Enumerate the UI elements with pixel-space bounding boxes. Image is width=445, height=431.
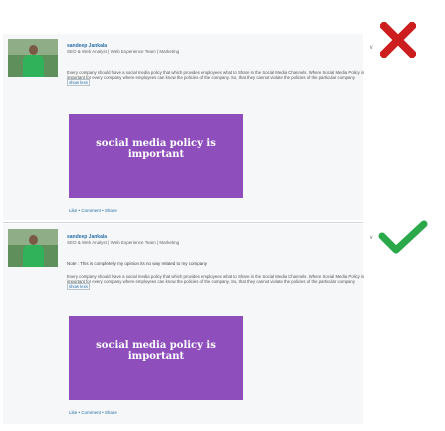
post-card: sandeep Jankala SEO & Web Analyst | Web … (3, 34, 373, 220)
shared-image-card[interactable]: social media policy is important (69, 316, 243, 400)
author-headline: SEO & Web Analyst | Web Experience Team … (67, 240, 180, 245)
show-less-link[interactable]: show less (67, 283, 90, 291)
card-text: social media policy is important (96, 340, 216, 362)
post-note: Note : This is completely my opinion its… (67, 261, 207, 266)
author-headline: SEO & Web Analyst | Web Experience Team … (67, 49, 180, 54)
avatar-shirt (23, 245, 44, 267)
post-card: sandeep Jankala SEO & Web Analyst | Web … (3, 224, 373, 424)
x-mark-icon (380, 22, 416, 58)
avatar-shirt (23, 55, 44, 77)
post-body-text: Every company should have a social media… (67, 70, 365, 81)
post-body-text: Every company should have a social media… (67, 274, 365, 285)
post-actions[interactable]: Like • Comment • Share (69, 410, 117, 415)
post-menu-chevron-icon[interactable]: ∨ (369, 234, 373, 241)
avatar[interactable] (8, 39, 58, 77)
avatar[interactable] (8, 229, 58, 267)
check-mark-stroke (378, 220, 428, 254)
avatar-head (29, 235, 38, 245)
post-actions[interactable]: Like • Comment • Share (69, 208, 117, 213)
card-text: social media policy is important (96, 138, 216, 160)
x-mark-stroke (380, 22, 416, 58)
divider (3, 222, 363, 223)
post-menu-chevron-icon[interactable]: ∨ (369, 44, 373, 51)
avatar-head (29, 45, 38, 55)
show-less-link[interactable]: show less (67, 79, 90, 87)
post-body: Every company should have a social media… (67, 274, 367, 291)
check-mark-icon (378, 220, 428, 254)
post-body: Every company should have a social media… (67, 70, 367, 87)
shared-image-card[interactable]: social media policy is important (69, 114, 243, 198)
